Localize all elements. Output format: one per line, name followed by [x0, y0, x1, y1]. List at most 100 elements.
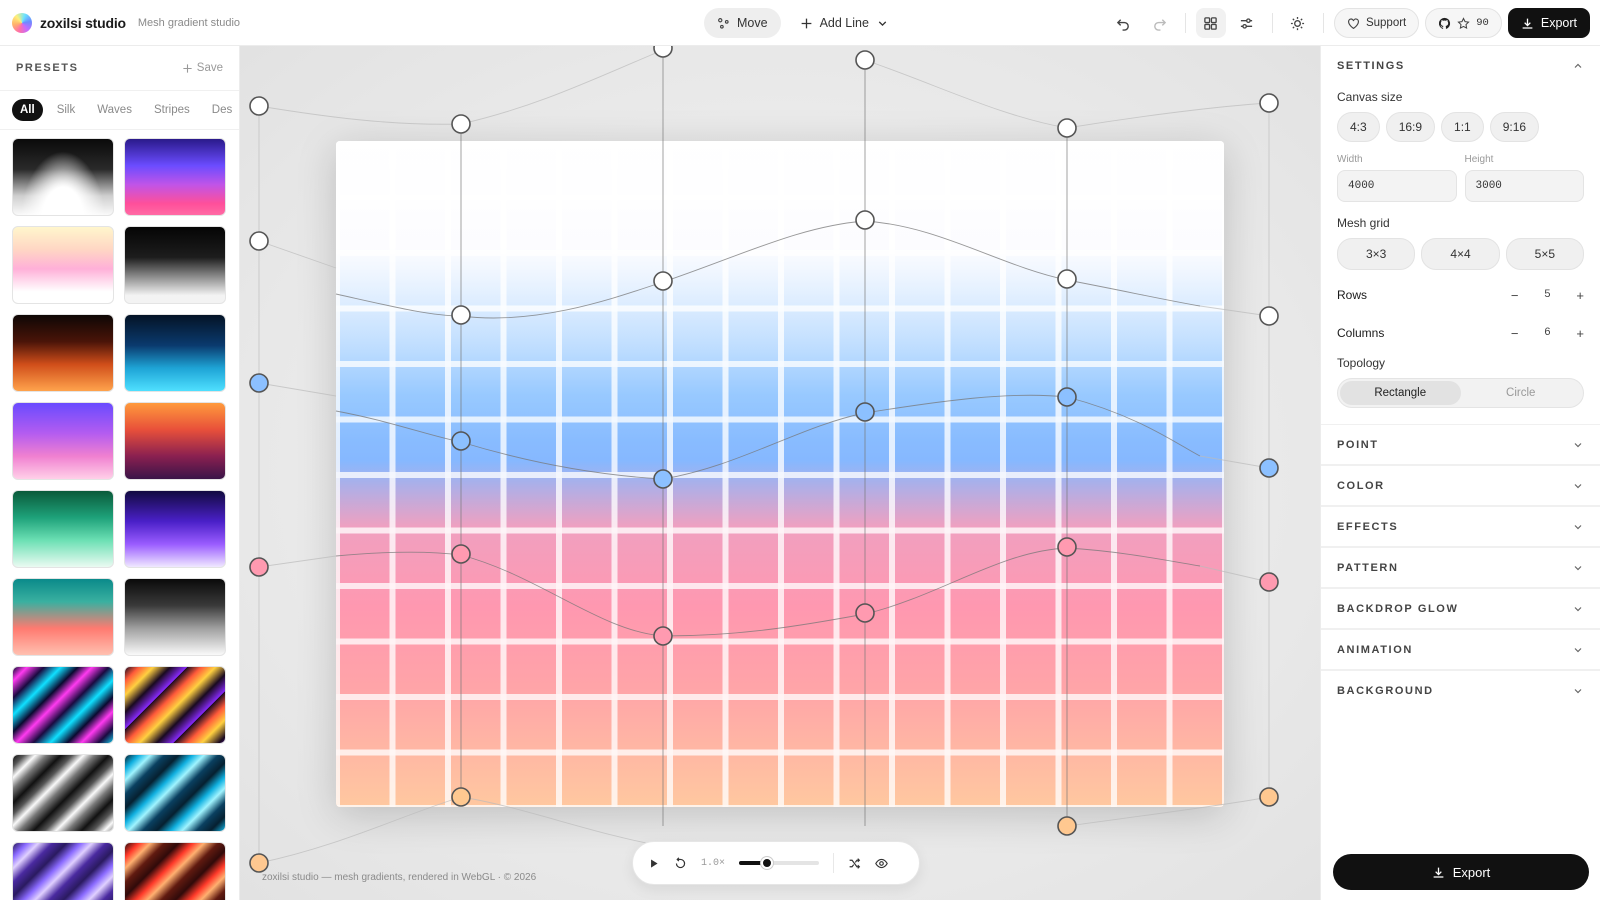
play-icon[interactable] — [647, 857, 660, 870]
mesh-option-3x3[interactable]: 3×3 — [1337, 238, 1416, 270]
columns-decrement-button[interactable]: − — [1511, 326, 1519, 341]
mesh-point[interactable] — [1057, 387, 1077, 407]
preset-thumbnail[interactable] — [12, 842, 114, 900]
width-input[interactable]: 4000 — [1337, 170, 1457, 202]
mesh-point[interactable] — [1259, 93, 1279, 113]
undo-button[interactable] — [1109, 8, 1139, 38]
support-button[interactable]: Support — [1333, 8, 1420, 38]
preset-thumbnail[interactable] — [124, 402, 226, 480]
mesh-point[interactable] — [653, 469, 673, 489]
mesh-point[interactable] — [451, 544, 471, 564]
github-star-count: 90 — [1476, 17, 1489, 29]
preset-thumbnail[interactable] — [12, 490, 114, 568]
topology-option-rectangle[interactable]: Rectangle — [1340, 381, 1461, 405]
filter-tab-stripes[interactable]: Stripes — [146, 99, 198, 121]
mesh-point[interactable] — [1259, 458, 1279, 478]
rows-decrement-button[interactable]: − — [1511, 288, 1519, 303]
section-pattern[interactable]: PATTERN — [1321, 547, 1600, 588]
preset-thumbnail[interactable] — [12, 666, 114, 744]
mesh-point[interactable] — [249, 96, 269, 116]
mesh-point[interactable] — [1057, 269, 1077, 289]
settings-section-header[interactable]: SETTINGS — [1321, 46, 1600, 86]
save-preset-button[interactable]: Save — [182, 62, 223, 74]
mesh-curve[interactable] — [335, 220, 1201, 319]
mesh-point[interactable] — [1259, 306, 1279, 326]
section-color[interactable]: COLOR — [1321, 465, 1600, 506]
speed-slider[interactable] — [739, 857, 820, 869]
preset-thumbnail[interactable] — [12, 402, 114, 480]
aspect-option-9-16[interactable]: 9:16 — [1489, 112, 1540, 142]
filter-tab-more[interactable]: Des — [204, 99, 239, 121]
aspect-option-4-3[interactable]: 4:3 — [1337, 112, 1380, 142]
preset-thumbnail[interactable] — [124, 842, 226, 900]
filter-tab-all[interactable]: All — [12, 99, 43, 121]
speed-slider-handle[interactable] — [761, 857, 774, 869]
mesh-option-4x4[interactable]: 4×4 — [1421, 238, 1500, 270]
mesh-point[interactable] — [249, 373, 269, 393]
mesh-point[interactable] — [855, 50, 875, 70]
mesh-point[interactable] — [451, 305, 471, 325]
chevron-down-icon — [1574, 524, 1582, 529]
mesh-point[interactable] — [1259, 787, 1279, 807]
mesh-point[interactable] — [1057, 537, 1077, 557]
mesh-point[interactable] — [451, 431, 471, 451]
grid-view-button[interactable] — [1195, 8, 1226, 38]
columns-increment-button[interactable]: + — [1576, 326, 1584, 341]
mesh-point[interactable] — [1259, 572, 1279, 592]
preset-thumbnail[interactable] — [124, 138, 226, 216]
move-tool-button[interactable]: Move — [704, 8, 781, 38]
preset-thumbnail[interactable] — [124, 578, 226, 656]
preset-thumbnail[interactable] — [12, 754, 114, 832]
section-backdrop-glow[interactable]: BACKDROP GLOW — [1321, 588, 1600, 629]
mesh-point[interactable] — [855, 210, 875, 230]
mesh-point[interactable] — [249, 231, 269, 251]
section-background[interactable]: BACKGROUND — [1321, 670, 1600, 711]
mesh-point[interactable] — [855, 402, 875, 422]
canvas-stage[interactable]: zoxilsi studio — mesh gradients, rendere… — [240, 46, 1320, 900]
aspect-option-1-1[interactable]: 1:1 — [1441, 112, 1484, 142]
mesh-point[interactable] — [451, 787, 471, 807]
mesh-point[interactable] — [451, 114, 471, 134]
export-bottom-button[interactable]: Export — [1333, 854, 1589, 890]
mesh-point[interactable] — [249, 853, 269, 873]
section-point[interactable]: POINT — [1321, 424, 1600, 465]
toolbar-right: Support 90 Export — [1109, 8, 1590, 38]
preset-thumbnail[interactable] — [124, 666, 226, 744]
mesh-option-5x5[interactable]: 5×5 — [1505, 238, 1584, 270]
redo-button[interactable] — [1145, 8, 1175, 38]
preset-thumbnail[interactable] — [12, 138, 114, 216]
mesh-point[interactable] — [1057, 816, 1077, 836]
rows-increment-button[interactable]: + — [1576, 288, 1584, 303]
theme-toggle-button[interactable] — [1283, 8, 1313, 38]
section-effects[interactable]: EFFECTS — [1321, 506, 1600, 547]
mesh-point[interactable] — [653, 271, 673, 291]
preset-thumbnail[interactable] — [12, 226, 114, 304]
aspect-option-16-9[interactable]: 16:9 — [1385, 112, 1436, 142]
filter-tab-silk[interactable]: Silk — [49, 99, 84, 121]
preset-thumbnail[interactable] — [124, 314, 226, 392]
mesh-point[interactable] — [855, 603, 875, 623]
filter-tab-waves[interactable]: Waves — [89, 99, 140, 121]
export-button[interactable]: Export — [1507, 8, 1590, 38]
preset-thumbnail[interactable] — [12, 578, 114, 656]
add-line-button[interactable]: Add Line — [787, 8, 902, 38]
preset-thumbnail[interactable] — [124, 754, 226, 832]
topology-label: Topology — [1337, 356, 1386, 370]
adjustments-button[interactable] — [1232, 8, 1262, 38]
reset-icon[interactable] — [674, 856, 687, 870]
mesh-point[interactable] — [653, 46, 673, 58]
github-stars-button[interactable]: 90 — [1425, 8, 1502, 38]
preset-thumbnail[interactable] — [124, 226, 226, 304]
shuffle-icon[interactable] — [848, 857, 861, 870]
preset-thumbnail[interactable] — [12, 314, 114, 392]
mesh-point[interactable] — [1057, 118, 1077, 138]
presets-sidebar: PRESETS Save All Silk Waves Stripes Des — [0, 46, 240, 900]
section-animation[interactable]: ANIMATION — [1321, 629, 1600, 670]
topology-option-circle[interactable]: Circle — [1461, 381, 1582, 405]
eye-icon[interactable] — [875, 857, 888, 870]
height-input[interactable]: 3000 — [1464, 170, 1584, 202]
mesh-point[interactable] — [653, 626, 673, 646]
mesh-point[interactable] — [249, 557, 269, 577]
chevron-down-icon — [1574, 483, 1582, 488]
preset-thumbnail[interactable] — [124, 490, 226, 568]
